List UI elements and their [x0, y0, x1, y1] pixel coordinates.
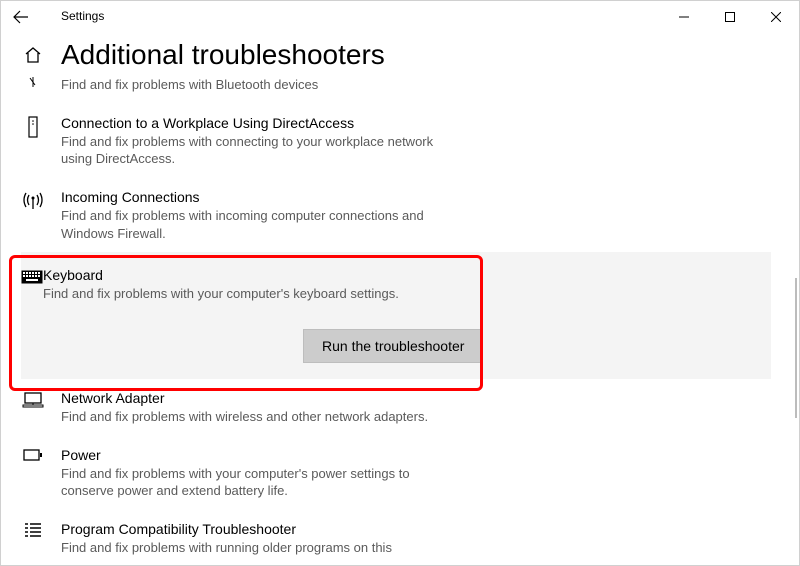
troubleshooter-keyboard-selected[interactable]: Keyboard Find and fix problems with your…	[21, 252, 771, 379]
item-desc: Find and fix problems with connecting to…	[61, 133, 441, 168]
scrollbar[interactable]	[791, 33, 799, 565]
item-desc: Find and fix problems with incoming comp…	[61, 207, 441, 242]
page-header: Additional troubleshooters	[1, 33, 791, 75]
list-icon	[23, 522, 43, 538]
troubleshooter-incoming[interactable]: Incoming Connections Find and fix proble…	[21, 178, 791, 252]
content-area: Additional troubleshooters Bluetooth Fin…	[1, 33, 791, 565]
troubleshooter-network-adapter[interactable]: Network Adapter Find and fix problems wi…	[21, 379, 791, 436]
minimize-icon	[679, 12, 689, 22]
back-button[interactable]	[1, 1, 41, 33]
item-title: Network Adapter	[61, 389, 441, 407]
keyboard-icon	[21, 270, 43, 284]
item-title: Keyboard	[43, 266, 483, 284]
minimize-button[interactable]	[661, 1, 707, 33]
maximize-button[interactable]	[707, 1, 753, 33]
item-title: Power	[61, 446, 441, 464]
battery-icon	[23, 448, 43, 462]
item-title: Connection to a Workplace Using DirectAc…	[61, 114, 441, 132]
page-title: Additional troubleshooters	[61, 39, 385, 71]
troubleshooter-program-compat[interactable]: Program Compatibility Troubleshooter Fin…	[21, 510, 791, 565]
bluetooth-icon	[29, 77, 37, 87]
server-icon	[25, 116, 41, 138]
run-troubleshooter-button[interactable]: Run the troubleshooter	[303, 329, 483, 363]
troubleshooter-power[interactable]: Power Find and fix problems with your co…	[21, 436, 791, 510]
item-desc: Find and fix problems with running older…	[61, 539, 441, 557]
item-desc: Find and fix problems with wireless and …	[61, 408, 441, 426]
troubleshooter-directaccess[interactable]: Connection to a Workplace Using DirectAc…	[21, 104, 791, 178]
antenna-icon	[22, 190, 44, 210]
close-icon	[771, 12, 781, 22]
network-adapter-icon	[22, 391, 44, 409]
window-title: Settings	[41, 1, 108, 23]
item-desc: Find and fix problems with Bluetooth dev…	[61, 76, 441, 94]
maximize-icon	[725, 12, 735, 22]
item-title: Program Compatibility Troubleshooter	[61, 520, 441, 538]
close-button[interactable]	[753, 1, 799, 33]
troubleshooter-list: Bluetooth Find and fix problems with Blu…	[1, 75, 791, 565]
item-desc: Find and fix problems with your computer…	[61, 465, 441, 500]
arrow-left-icon	[13, 9, 29, 25]
home-icon	[23, 45, 43, 65]
troubleshooter-bluetooth[interactable]: Bluetooth Find and fix problems with Blu…	[21, 75, 791, 104]
scrollbar-thumb[interactable]	[795, 278, 797, 418]
item-title: Incoming Connections	[61, 188, 441, 206]
titlebar: Settings	[1, 1, 799, 33]
item-desc: Find and fix problems with your computer…	[43, 285, 483, 303]
